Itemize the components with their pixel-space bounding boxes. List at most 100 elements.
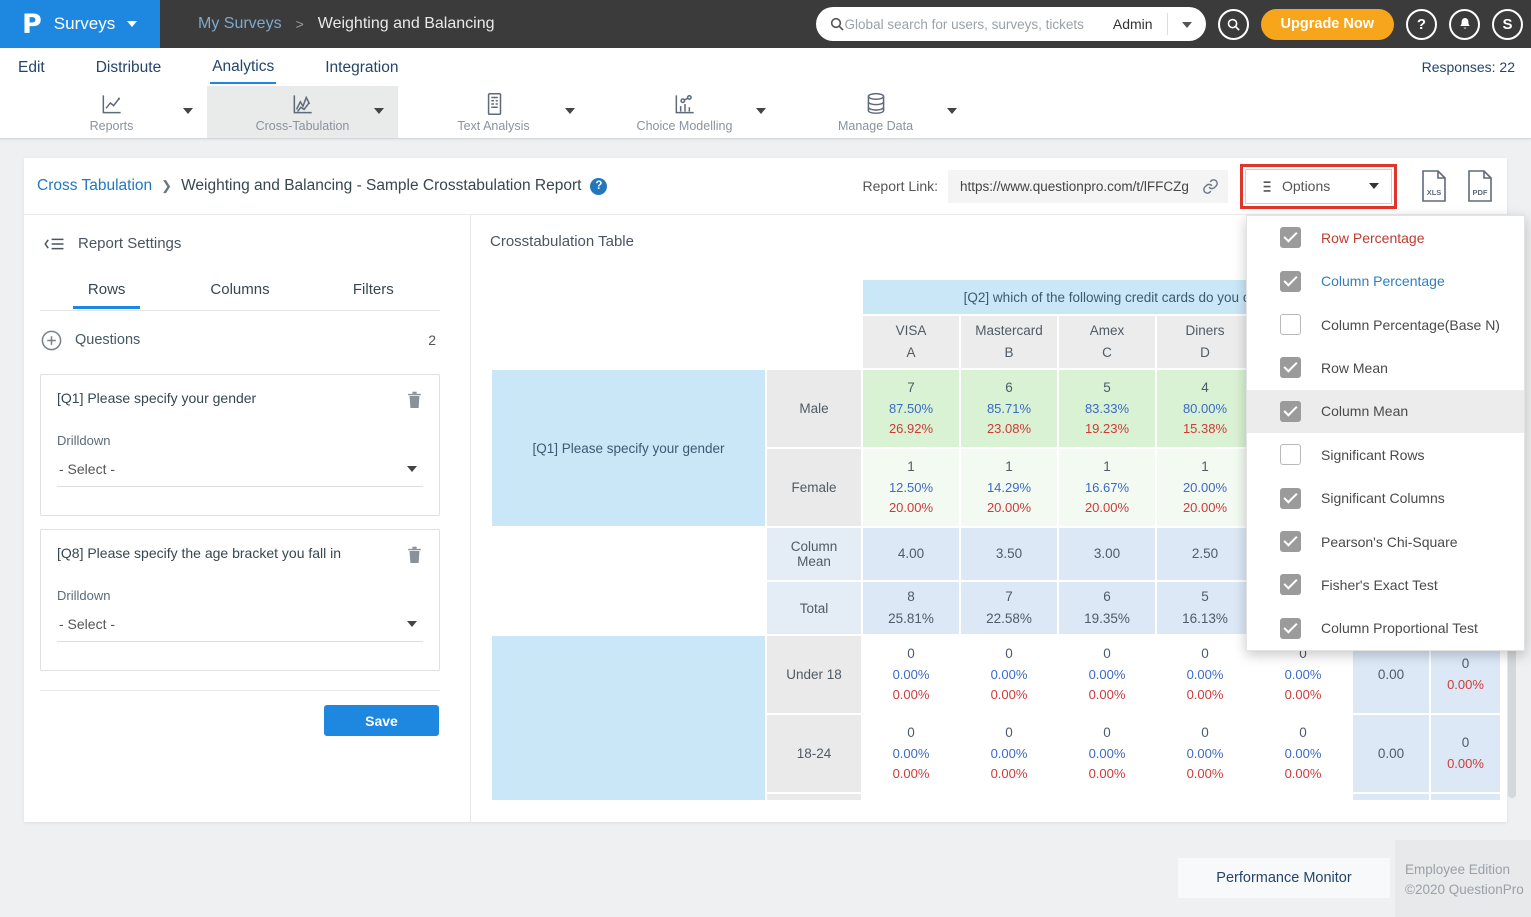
table-row-sliver	[1431, 794, 1500, 800]
nav-tab-integration[interactable]: Integration	[323, 51, 400, 83]
chevron-down-icon	[407, 621, 417, 627]
checkbox-checked-icon[interactable]	[1280, 271, 1301, 292]
drilldown-label: Drilldown	[57, 433, 423, 448]
table-cell: 4.00	[863, 528, 959, 580]
user-avatar[interactable]: S	[1492, 9, 1523, 40]
menu-item-column-percentage[interactable]: Column Percentage	[1247, 259, 1524, 302]
multi-line-chart-icon	[290, 91, 316, 117]
save-button[interactable]: Save	[324, 705, 439, 736]
export-xls-button[interactable]: XLS	[1421, 170, 1447, 202]
upgrade-now-button[interactable]: Upgrade Now	[1261, 9, 1394, 40]
analytics-toolbar: Reports Cross-Tabulation Text Analysis C…	[0, 86, 1531, 139]
report-link-input[interactable]	[948, 170, 1228, 203]
checkbox-unchecked-icon[interactable]	[1280, 444, 1301, 465]
search-scope-dropdown[interactable]	[1168, 15, 1206, 33]
edition-label: Employee Edition	[1405, 860, 1531, 880]
delete-question-button[interactable]	[406, 390, 423, 409]
xls-file-icon	[1421, 170, 1447, 202]
table-cell: 114.29%20.00%	[961, 449, 1057, 526]
tab-filters[interactable]: Filters	[307, 277, 440, 310]
table-cell: 00.00%0.00%	[1059, 715, 1155, 792]
link-icon[interactable]	[1202, 178, 1219, 195]
add-question-icon[interactable]	[40, 329, 63, 352]
chevron-down-icon[interactable]	[756, 108, 766, 114]
search-icon	[1226, 17, 1241, 32]
global-search: Admin	[816, 7, 1206, 41]
help-button[interactable]: ?	[1406, 9, 1437, 40]
menu-item-column-mean[interactable]: Column Mean	[1247, 390, 1524, 433]
scatter-chart-icon	[672, 91, 698, 117]
chevron-down-icon[interactable]	[183, 108, 193, 114]
toolbar-text-analysis[interactable]: Text Analysis	[398, 86, 589, 138]
notifications-button[interactable]	[1449, 9, 1480, 40]
toolbar-manage-data[interactable]: Manage Data	[780, 86, 971, 138]
toolbar-cross-tabulation[interactable]: Cross-Tabulation	[207, 86, 398, 138]
table-cell: 685.71%23.08%	[961, 370, 1057, 447]
search-button[interactable]	[1218, 9, 1249, 40]
menu-item-pearsons-chi-square[interactable]: Pearson's Chi-Square	[1247, 520, 1524, 563]
help-icon[interactable]: ?	[590, 178, 607, 195]
checkbox-checked-icon[interactable]	[1280, 227, 1301, 248]
checkbox-checked-icon[interactable]	[1280, 401, 1301, 422]
menu-item-row-mean[interactable]: Row Mean	[1247, 346, 1524, 389]
performance-monitor-link[interactable]: Performance Monitor	[1216, 870, 1351, 886]
column-header-visa: VISAA	[863, 316, 959, 368]
menu-item-column-proportional-test[interactable]: Column Proportional Test	[1247, 607, 1524, 650]
question-card-q8: [Q8] Please specify the age bracket you …	[40, 529, 440, 671]
global-search-input[interactable]	[845, 17, 1107, 32]
chevron-down-icon[interactable]	[374, 108, 384, 114]
row-label-18-24: 18-24	[767, 715, 861, 792]
drilldown-select[interactable]: - Select -	[57, 461, 423, 487]
chevron-down-icon	[407, 466, 417, 472]
checkbox-unchecked-icon[interactable]	[1280, 314, 1301, 335]
export-pdf-button[interactable]: PDF	[1467, 170, 1493, 202]
menu-item-significant-columns[interactable]: Significant Columns	[1247, 476, 1524, 519]
checkbox-checked-icon[interactable]	[1280, 618, 1301, 639]
breadcrumb: My Surveys > Weighting and Balancing	[198, 15, 494, 33]
checkbox-checked-icon[interactable]	[1280, 488, 1301, 509]
menu-item-row-percentage[interactable]: Row Percentage	[1247, 216, 1524, 259]
drilldown-select[interactable]: - Select -	[57, 616, 423, 642]
toolbar-reports[interactable]: Reports	[16, 86, 207, 138]
table-cell: 0.00	[1353, 715, 1429, 792]
nav-tab-edit[interactable]: Edit	[16, 51, 47, 83]
checkbox-checked-icon[interactable]	[1280, 531, 1301, 552]
menu-item-fishers-exact-test[interactable]: Fisher's Exact Test	[1247, 563, 1524, 606]
search-scope-selector[interactable]: Admin	[1107, 13, 1168, 35]
table-cell: 3.50	[961, 528, 1057, 580]
list-icon	[1258, 179, 1273, 194]
tab-rows[interactable]: Rows	[40, 277, 173, 310]
table-cell: 00.00%0.00%	[961, 715, 1057, 792]
nav-tab-distribute[interactable]: Distribute	[94, 51, 163, 83]
table-cell: 516.13%	[1157, 582, 1253, 634]
line-chart-icon	[99, 91, 125, 117]
checkbox-checked-icon[interactable]	[1280, 357, 1301, 378]
delete-question-button[interactable]	[406, 545, 423, 564]
options-highlight-box: Options	[1240, 164, 1397, 209]
crosstab-table-title: Crosstabulation Table	[490, 233, 634, 250]
menu-item-significant-rows[interactable]: Significant Rows	[1247, 433, 1524, 476]
table-cell: 825.81%	[863, 582, 959, 634]
row-label-under-18: Under 18	[767, 636, 861, 713]
toolbar-choice-modelling[interactable]: Choice Modelling	[589, 86, 780, 138]
bell-icon	[1457, 16, 1473, 32]
tab-columns[interactable]: Columns	[173, 277, 306, 310]
checkbox-checked-icon[interactable]	[1280, 574, 1301, 595]
report-settings-toggle[interactable]: Report Settings	[44, 235, 181, 252]
table-cell: 787.50%26.92%	[863, 370, 959, 447]
breadcrumb-survey-title: Weighting and Balancing	[318, 15, 495, 33]
nav-tab-analytics[interactable]: Analytics	[210, 50, 276, 84]
row-label-total: Total	[767, 582, 861, 634]
chevron-down-icon[interactable]	[947, 108, 957, 114]
breadcrumb-my-surveys[interactable]: My Surveys	[198, 15, 282, 33]
crosstab-breadcrumb-link[interactable]: Cross Tabulation	[37, 177, 152, 195]
options-button[interactable]: Options	[1245, 169, 1392, 204]
column-header-amex: AmexC	[1059, 316, 1155, 368]
performance-monitor-strip: Performance Monitor	[1178, 858, 1390, 898]
breadcrumb-separator: >	[296, 16, 304, 32]
product-switcher[interactable]: P Surveys	[0, 0, 160, 48]
chevron-down-icon	[1369, 183, 1379, 189]
edition-info: Employee Edition ©2020 QuestionPro	[1395, 840, 1531, 917]
menu-item-column-percentage-base-n[interactable]: Column Percentage(Base N)	[1247, 303, 1524, 346]
chevron-down-icon[interactable]	[565, 108, 575, 114]
